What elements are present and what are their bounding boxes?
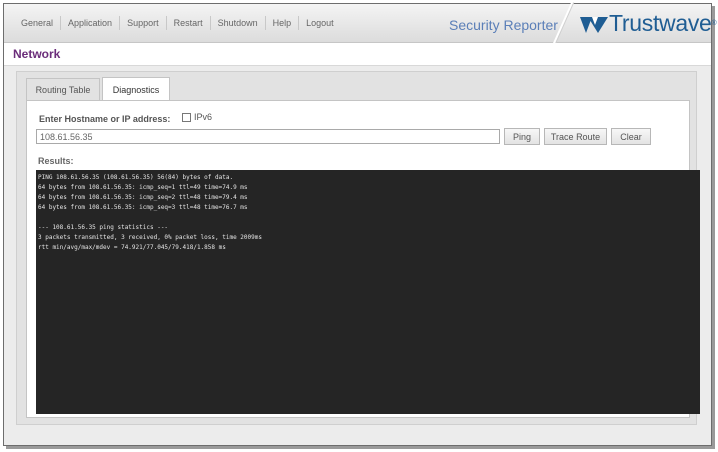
nav-support[interactable]: Support (120, 16, 167, 30)
logo-text: Trustwave (609, 10, 712, 36)
window-shadow-right (712, 6, 715, 449)
output-line: rtt min/avg/max/mdev = 74.921/77.045/79.… (38, 244, 226, 251)
output-line: PING 108.61.56.35 (108.61.56.35) 56(84) … (38, 174, 234, 181)
output-line: --- 108.61.56.35 ping statistics --- (38, 224, 169, 231)
ipv6-checkbox[interactable]: IPv6 (182, 112, 212, 122)
nav-help[interactable]: Help (266, 16, 300, 30)
page-title: Network (13, 47, 61, 61)
app-window: General Application Support Restart Shut… (3, 1, 717, 446)
checkbox-box[interactable] (182, 112, 191, 122)
registered-mark: ® (711, 20, 717, 27)
nav-application[interactable]: Application (61, 16, 121, 30)
product-name: Security Reporter (449, 17, 558, 33)
nav-logout[interactable]: Logout (299, 16, 341, 30)
nav-general[interactable]: General (14, 16, 62, 30)
network-panel: Routing Table Diagnostics Enter Hostname… (16, 71, 700, 425)
trace-route-button[interactable]: Trace Route (544, 128, 607, 145)
host-input[interactable] (36, 129, 500, 144)
tab-diagnostics-label: Diagnostics (112, 84, 160, 95)
output-line: 64 bytes from 108.61.56.35: icmp_seq=2 t… (38, 194, 248, 201)
tab-routing-table-label: Routing Table (35, 84, 91, 95)
results-label: Results: (38, 156, 74, 166)
results-output[interactable]: PING 108.61.56.35 (108.61.56.35) 56(84) … (36, 170, 700, 414)
trustwave-logo-icon (580, 16, 608, 33)
output-line: 64 bytes from 108.61.56.35: icmp_seq=1 t… (38, 184, 248, 191)
page-title-bar: Network (4, 43, 711, 66)
window-shadow-bottom (6, 446, 715, 449)
host-label: Enter Hostname or IP address: (39, 114, 171, 124)
trustwave-logo: Trustwave ® (580, 10, 717, 37)
clear-button[interactable]: Clear (611, 128, 651, 145)
main-nav: General Application Support Restart Shut… (14, 4, 341, 42)
nav-restart[interactable]: Restart (167, 16, 211, 30)
output-line: 64 bytes from 108.61.56.35: icmp_seq=3 t… (38, 204, 248, 211)
ping-button[interactable]: Ping (504, 128, 540, 145)
nav-shutdown[interactable]: Shutdown (211, 16, 266, 30)
top-navigation-bar: General Application Support Restart Shut… (4, 1, 717, 45)
ipv6-label: IPv6 (194, 112, 213, 122)
tab-diagnostics[interactable]: Diagnostics (102, 77, 170, 101)
diagnostics-content: Enter Hostname or IP address: IPv6 Ping … (26, 100, 700, 418)
output-line: 3 packets transmitted, 3 received, 0% pa… (38, 234, 262, 241)
tab-routing-table[interactable]: Routing Table (26, 78, 100, 100)
